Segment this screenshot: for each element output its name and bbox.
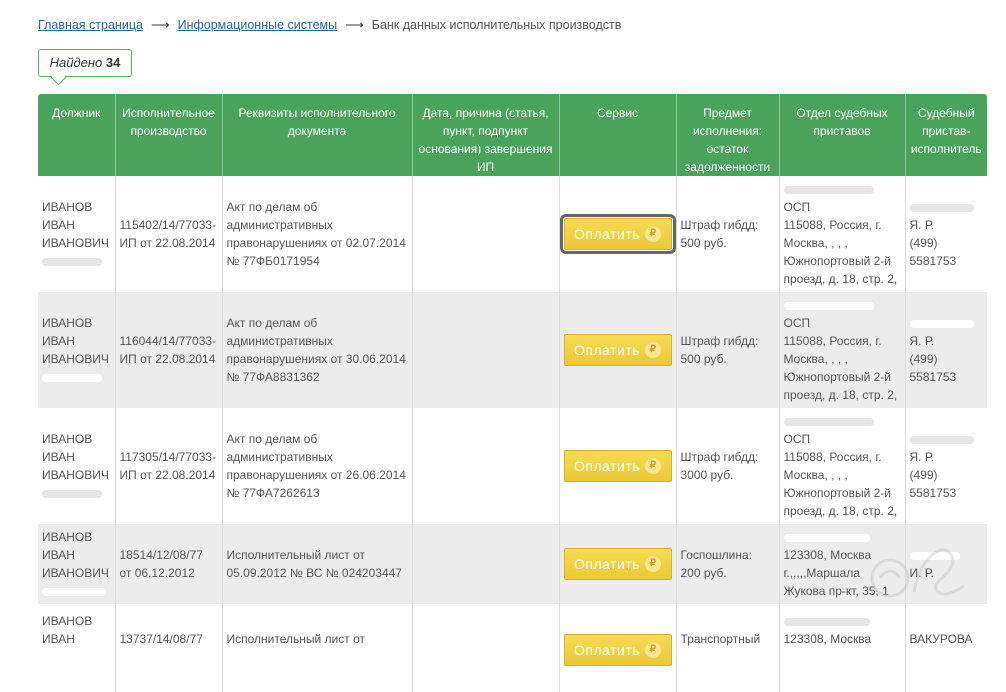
redaction bbox=[783, 180, 901, 198]
proceedings-table: Должник Исполнительное производство Рекв… bbox=[38, 94, 987, 692]
redaction bbox=[909, 430, 984, 448]
redaction bbox=[42, 582, 111, 600]
debtor-cell: ИВАНОВ ИВАН ИВАНОВИЧ bbox=[38, 292, 116, 408]
redaction bbox=[909, 198, 984, 216]
pay-button[interactable]: Оплатить ₽ bbox=[563, 334, 672, 366]
ruble-icon: ₽ bbox=[645, 642, 662, 658]
document-cell: Исполнительный лист от 05.09.2012 № ВС №… bbox=[222, 524, 413, 604]
proceeding-cell: 13737/14/08/77 bbox=[115, 604, 223, 692]
watermark-logo bbox=[870, 548, 965, 598]
document-cell: Акт по делам об административных правона… bbox=[222, 176, 413, 292]
subject-cell: Штраф гибдд: 500 руб. bbox=[676, 176, 780, 292]
ruble-icon: ₽ bbox=[645, 458, 662, 474]
subject-cell: Штраф гибдд: 3000 руб. bbox=[676, 408, 780, 524]
subject-cell: Транспортный bbox=[676, 604, 780, 692]
service-cell: Оплатить ₽ bbox=[559, 604, 677, 692]
document-cell: Акт по делам об административных правона… bbox=[222, 292, 413, 408]
redaction bbox=[783, 412, 901, 430]
breadcrumb-info-systems-link[interactable]: Информационные системы bbox=[178, 18, 338, 32]
table-row: ИВАНОВ ИВАН ИВАНОВИЧ 116044/14/77033- ИП… bbox=[38, 292, 987, 408]
department-cell: ОСП 115088, Россия, г. Москва, , , , Южн… bbox=[779, 292, 906, 408]
proceeding-cell: 116044/14/77033- ИП от 22.08.2014 bbox=[115, 292, 223, 408]
found-label: Найдено bbox=[49, 55, 103, 70]
pay-button[interactable]: Оплатить ₽ bbox=[563, 450, 672, 482]
ruble-icon: ₽ bbox=[645, 556, 662, 572]
table-row: ИВАНОВ ИВАН ИВАНОВИЧ 115402/14/77033- ИП… bbox=[38, 176, 987, 292]
redaction bbox=[783, 296, 901, 314]
found-count: 34 bbox=[105, 55, 121, 70]
document-cell: Акт по делам об административных правона… bbox=[222, 408, 413, 524]
debtor-cell: ИВАНОВ ИВАН ИВАНОВИЧ bbox=[38, 408, 116, 524]
table-row: ИВАНОВ ИВАН ИВАНОВИЧ 18514/12/08/77 от 0… bbox=[38, 524, 987, 604]
debtor-cell: ИВАНОВ ИВАН ИВАНОВИЧ bbox=[38, 524, 116, 604]
debtor-cell: ИВАНОВ ИВАН ИВАНОВИЧ bbox=[38, 176, 116, 292]
debtor-cell: ИВАНОВ ИВАН bbox=[38, 604, 116, 692]
service-cell: Оплатить ₽ bbox=[559, 408, 677, 524]
redaction bbox=[783, 612, 901, 630]
subject-cell: Штраф гибдд: 500 руб. bbox=[676, 292, 780, 408]
service-cell: Оплатить ₽ bbox=[559, 176, 677, 292]
redaction bbox=[909, 314, 984, 332]
header-proceeding: Исполнительное производство bbox=[115, 94, 223, 176]
department-cell: ОСП 115088, Россия, г. Москва, , , , Южн… bbox=[779, 176, 906, 292]
breadcrumb-current: Банк данных исполнительных производств bbox=[371, 18, 622, 32]
completion-cell bbox=[412, 604, 560, 692]
proceeding-cell: 18514/12/08/77 от 06.12.2012 bbox=[115, 524, 223, 604]
subject-cell: Госпошлина: 200 руб. bbox=[676, 524, 780, 604]
breadcrumb-arrow-icon: ⟶ bbox=[150, 17, 170, 32]
table-header-row: Должник Исполнительное производство Рекв… bbox=[38, 94, 987, 176]
completion-cell bbox=[412, 176, 560, 292]
completion-cell bbox=[412, 524, 560, 604]
service-cell: Оплатить ₽ bbox=[559, 524, 677, 604]
proceeding-cell: 117305/14/77033- ИП от 22.08.2014 bbox=[115, 408, 223, 524]
header-completion: Дата, причина (статья, пункт, подпункт о… bbox=[412, 94, 560, 176]
document-cell: Исполнительный лист от bbox=[222, 604, 413, 692]
header-service: Сервис bbox=[559, 94, 677, 176]
bailiff-cell: Я. Р. (499) 5581753 bbox=[905, 292, 987, 408]
department-cell: ОСП 115088, Россия, г. Москва, , , , Южн… bbox=[779, 408, 906, 524]
redaction bbox=[42, 368, 111, 386]
bailiff-cell: Я. Р. (499) 5581753 bbox=[905, 408, 987, 524]
redaction bbox=[42, 484, 111, 502]
pay-button[interactable]: Оплатить ₽ bbox=[559, 214, 675, 254]
bailiff-cell: ВАКУРОВА bbox=[905, 604, 987, 692]
service-cell: Оплатить ₽ bbox=[559, 292, 677, 408]
breadcrumb-arrow-icon: ⟶ bbox=[345, 17, 364, 32]
table-row: ИВАНОВ ИВАН 13737/14/08/77 Исполнительны… bbox=[38, 604, 987, 692]
pay-button[interactable]: Оплатить ₽ bbox=[563, 548, 672, 580]
header-document: Реквизиты исполнительного документа bbox=[222, 94, 413, 176]
redaction bbox=[42, 252, 111, 270]
header-bailiff: Судебный пристав-исполнитель bbox=[905, 94, 987, 176]
breadcrumb: Главная страница ⟶ Информационные систем… bbox=[38, 17, 621, 33]
pay-button[interactable]: Оплатить ₽ bbox=[563, 634, 672, 666]
bailiff-cell: Я. Р. (499) 5581753 bbox=[905, 176, 987, 292]
completion-cell bbox=[412, 292, 560, 408]
header-subject: Предмет исполнения: остаток задолженност… bbox=[676, 94, 780, 176]
department-cell: 123308, Москва bbox=[779, 604, 906, 692]
found-count-badge: Найдено 34 bbox=[38, 49, 132, 77]
proceeding-cell: 115402/14/77033- ИП от 22.08.2014 bbox=[115, 176, 223, 292]
ruble-icon: ₽ bbox=[645, 226, 662, 242]
breadcrumb-home-link[interactable]: Главная страница bbox=[38, 18, 143, 32]
ruble-icon: ₽ bbox=[645, 342, 662, 358]
completion-cell bbox=[412, 408, 560, 524]
header-department: Отдел судебных приставов bbox=[779, 94, 906, 176]
table-row: ИВАНОВ ИВАН ИВАНОВИЧ 117305/14/77033- ИП… bbox=[38, 408, 987, 524]
header-debtor: Должник bbox=[38, 94, 116, 176]
